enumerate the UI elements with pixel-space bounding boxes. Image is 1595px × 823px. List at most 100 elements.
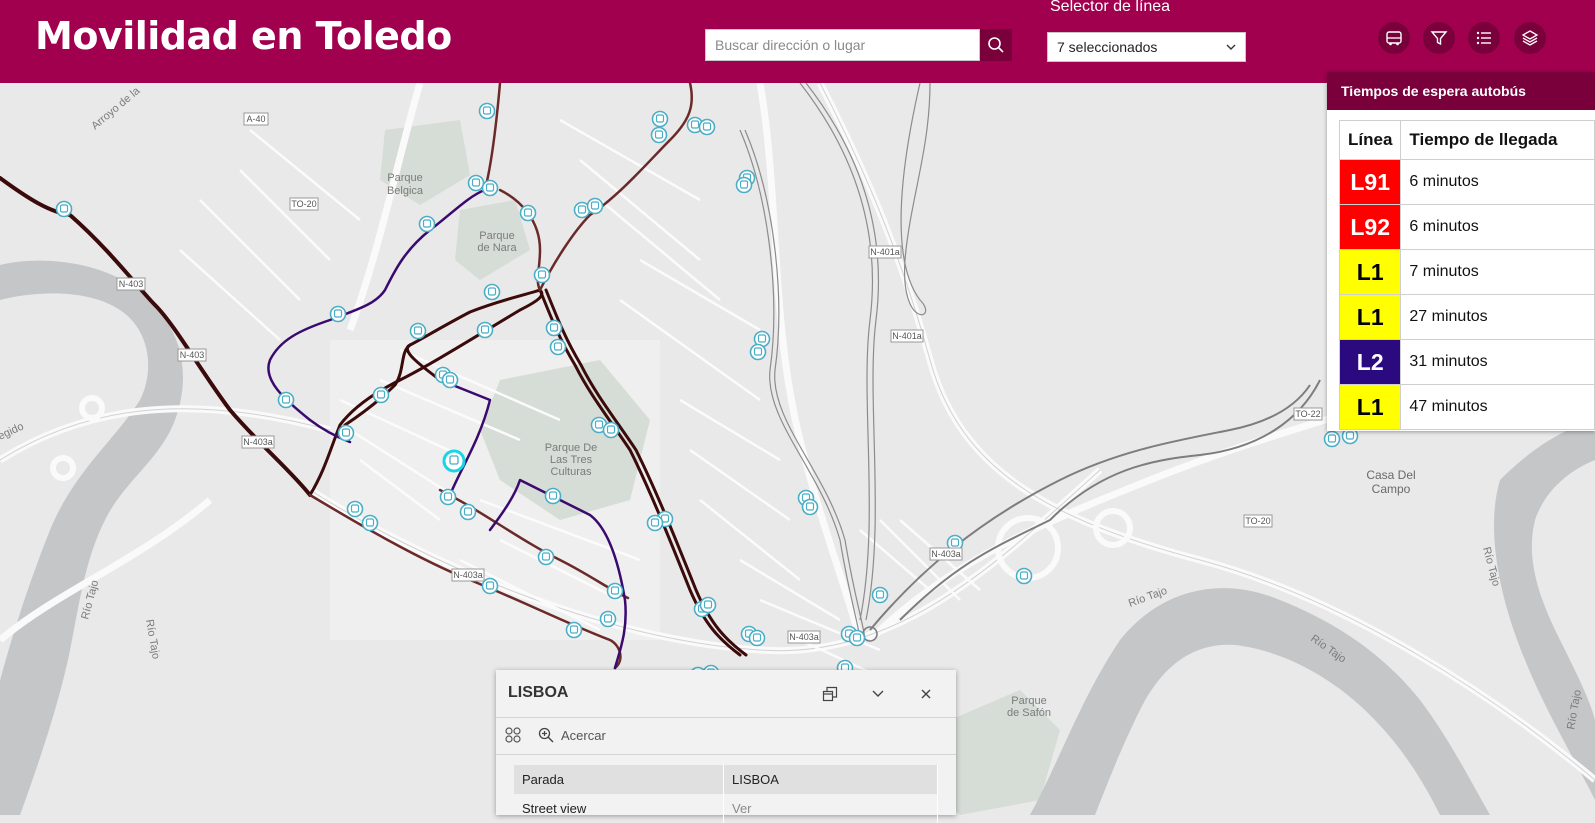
line-badge: L1: [1338, 294, 1402, 340]
bus-stop-marker[interactable]: [476, 321, 494, 339]
street-view-link[interactable]: Ver: [723, 794, 938, 823]
bus-stop-marker[interactable]: [646, 514, 664, 532]
bus-stop-marker[interactable]: [459, 503, 477, 521]
filter-button[interactable]: [1423, 22, 1455, 54]
line-badge: L91: [1338, 159, 1402, 205]
bus-stop-marker[interactable]: [871, 586, 889, 604]
bus-stop-marker[interactable]: [372, 386, 390, 404]
bus-stop-marker[interactable]: [346, 500, 364, 518]
bus-stop-marker[interactable]: [586, 197, 604, 215]
wait-times-table: Línea Tiempo de llegada L91 6 minutos L92 6…: [1338, 120, 1595, 430]
wait-time-row: L91 6 minutos: [1338, 159, 1595, 205]
bus-stop-marker[interactable]: [599, 610, 617, 628]
shield-n403a-4: N-403a: [929, 547, 963, 561]
line-badge: L1: [1338, 249, 1402, 295]
bus-stop-marker[interactable]: [544, 487, 562, 505]
search-box[interactable]: [705, 29, 980, 61]
attr-key: Parada: [514, 765, 724, 794]
shield-n403a-1: N-403a: [241, 435, 275, 449]
bus-stop-marker[interactable]: [698, 118, 716, 136]
label-casa-campo-2: Campo: [1372, 482, 1411, 496]
wait-times-panel: Tiempos de espera autobús Línea Tiempo d…: [1327, 72, 1595, 431]
line-badge: L2: [1338, 339, 1402, 385]
label-parque-belgica-1: Parque: [387, 172, 422, 184]
bus-stop-marker[interactable]: [735, 176, 753, 194]
bus-stop-marker[interactable]: [533, 266, 551, 284]
line-selector-value: 7 seleccionados: [1057, 39, 1158, 55]
shield-to20-2: TO-20: [1243, 514, 1273, 528]
bus-stop-marker[interactable]: [650, 126, 668, 144]
arrival-time: 6 minutos: [1400, 204, 1595, 250]
collapse-popup-button[interactable]: [866, 682, 890, 706]
bus-stop-marker[interactable]: [545, 319, 563, 337]
grid-icon[interactable]: [504, 726, 522, 744]
bus-stop-marker[interactable]: [337, 424, 355, 442]
dock-popup-button[interactable]: [818, 682, 842, 706]
shield-n401a-2: N-401a: [890, 329, 924, 343]
list-icon: [1476, 31, 1491, 45]
line-badge: L92: [1338, 204, 1402, 250]
chevron-down-icon: [1226, 44, 1236, 50]
bus-stop-marker[interactable]: [537, 548, 555, 566]
label-parque-belgica-2: Belgica: [387, 185, 424, 197]
bus-stop-marker[interactable]: [481, 179, 499, 197]
bus-stop-marker[interactable]: [478, 102, 496, 120]
bus-stop-marker[interactable]: [699, 596, 717, 614]
bus-button[interactable]: [1378, 22, 1410, 54]
search-input[interactable]: [706, 30, 979, 60]
svg-text:N-401a: N-401a: [892, 331, 922, 341]
svg-text:N-403a: N-403a: [931, 549, 961, 559]
bus-stop-marker[interactable]: [1323, 430, 1341, 448]
shield-a40: A-40: [243, 112, 269, 126]
close-icon: [921, 689, 931, 699]
line-selector[interactable]: 7 seleccionados: [1047, 32, 1246, 62]
bus-stop-marker[interactable]: [481, 577, 499, 595]
bus-stop-marker[interactable]: [467, 174, 485, 192]
bus-stop-marker[interactable]: [565, 621, 583, 639]
zoom-to-button[interactable]: Acercar: [538, 727, 606, 743]
line-selector-label: Selector de línea: [1050, 0, 1171, 15]
column-header-line: Línea: [1338, 120, 1402, 160]
popup-actions: Acercar: [504, 726, 606, 744]
stop-popup: LISBOA Acercar Parada LISBOA Street view…: [496, 670, 956, 823]
popup-attributes: Parada LISBOA Street view Ver: [514, 765, 938, 823]
bus-stop-marker[interactable]: [749, 343, 767, 361]
label-parque-safon-1: Parque: [1011, 695, 1046, 707]
arrival-time: 6 minutos: [1400, 159, 1595, 205]
search-button[interactable]: [980, 29, 1012, 61]
bus-stop-marker[interactable]: [361, 514, 379, 532]
bus-stop-marker[interactable]: [748, 629, 766, 647]
arrival-time: 27 minutos: [1400, 294, 1595, 340]
bus-stop-marker[interactable]: [801, 498, 819, 516]
close-popup-button[interactable]: [914, 682, 938, 706]
bus-stop-marker[interactable]: [606, 582, 624, 600]
bus-stop-marker[interactable]: [418, 215, 436, 233]
bus-stop-marker[interactable]: [602, 421, 620, 439]
layers-button[interactable]: [1514, 22, 1546, 54]
bus-stop-marker[interactable]: [439, 488, 457, 506]
app-title: Movilidad en Toledo: [35, 14, 452, 58]
shield-to20-1: TO-20: [289, 197, 319, 211]
bus-stop-marker[interactable]: [55, 200, 73, 218]
bus-stop-marker[interactable]: [848, 629, 866, 647]
layers-icon: [1521, 30, 1539, 46]
bus-stop-marker[interactable]: [277, 391, 295, 409]
bus-stop-marker[interactable]: [549, 338, 567, 356]
chevron-down-icon: [872, 690, 884, 697]
bus-stop-marker[interactable]: [441, 371, 459, 389]
popup-title: LISBOA: [508, 684, 569, 701]
bus-stop-marker[interactable]: [329, 305, 347, 323]
bus-stop-marker[interactable]: [483, 283, 501, 301]
bus-stop-marker[interactable]: [519, 204, 537, 222]
bus-stop-marker[interactable]: [651, 110, 669, 128]
bus-stop-marker[interactable]: [1015, 567, 1033, 585]
column-header-arrival: Tiempo de llegada: [1400, 120, 1595, 160]
label-parque-nara-1: Parque: [479, 230, 514, 242]
svg-text:A-40: A-40: [246, 114, 265, 124]
svg-text:TO-20: TO-20: [291, 199, 316, 209]
label-parque-safon-2: de Safón: [1007, 707, 1051, 719]
list-button[interactable]: [1468, 22, 1500, 54]
bus-stop-marker[interactable]: [409, 322, 427, 340]
selected-stop-marker[interactable]: [442, 449, 466, 473]
label-parque-nara-2: de Nara: [477, 242, 517, 254]
